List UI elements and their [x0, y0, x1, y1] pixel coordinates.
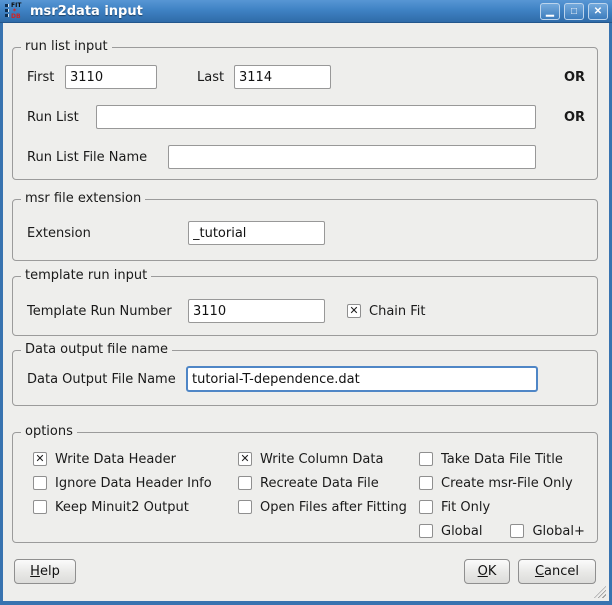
checkbox-global-plus[interactable]: Global+ — [510, 521, 584, 541]
extension-input[interactable] — [188, 221, 325, 245]
chain-fit-label: Chain Fit — [369, 304, 426, 319]
group-title-msr-file-extension: msr file extension — [21, 190, 145, 208]
checkbox-box — [238, 476, 252, 490]
checkbox-box — [419, 476, 433, 490]
row-run-list-file-name: Run List File Name — [13, 145, 597, 169]
checkbox-open-files-after-fitting[interactable]: Open Files after Fitting — [238, 497, 419, 517]
checkbox-label: Global+ — [532, 524, 584, 539]
cancel-button[interactable]: Cancel — [518, 559, 596, 584]
icon-bars — [5, 4, 9, 17]
last-run-input[interactable] — [234, 65, 331, 89]
cancel-mnemonic: C — [535, 564, 544, 579]
group-msr-file-extension: msr file extension Extension — [12, 199, 598, 261]
cancel-rest: ancel — [544, 564, 579, 579]
checkbox-label: Ignore Data Header Info — [55, 476, 212, 491]
help-mnemonic: H — [30, 564, 40, 579]
row-first-last: First Last OR — [13, 65, 597, 89]
first-run-input[interactable] — [65, 65, 157, 89]
template-run-number-label: Template Run Number — [27, 304, 188, 319]
or-text-2: OR — [564, 110, 585, 125]
run-list-file-name-input[interactable] — [168, 145, 536, 169]
checkbox-box — [33, 476, 47, 490]
checkbox-box — [510, 524, 524, 538]
run-list-file-name-label: Run List File Name — [27, 150, 168, 165]
group-data-output-file-name: Data output file name Data Output File N… — [12, 350, 598, 406]
row-run-list: Run List OR — [13, 105, 597, 129]
group-title-run-list-input: run list input — [21, 38, 112, 56]
row-template-run-number: Template Run Number ✕ Chain Fit — [13, 299, 597, 323]
help-button[interactable]: Help — [14, 559, 76, 584]
checkbox-take-data-file-title[interactable]: Take Data File Title — [419, 449, 589, 469]
last-label: Last — [197, 70, 234, 85]
data-output-file-name-label: Data Output File Name — [27, 372, 186, 387]
group-title-options: options — [21, 423, 77, 441]
checkbox-ignore-data-header-info[interactable]: Ignore Data Header Info — [33, 473, 238, 493]
minimize-icon[interactable]: ▁ — [540, 3, 560, 20]
checkbox-fit-only[interactable]: Fit Only — [419, 497, 589, 517]
checkbox-keep-minuit2-output[interactable]: Keep Minuit2 Output — [33, 497, 238, 517]
group-title-template-run-input: template run input — [21, 267, 151, 285]
dialog-content: run list input First Last OR Run List OR… — [0, 23, 612, 601]
group-template-run-input: template run input Template Run Number ✕… — [12, 276, 598, 336]
first-label: First — [27, 70, 65, 85]
checkbox-label: Take Data File Title — [441, 452, 563, 467]
checkbox-label: Global — [441, 524, 482, 539]
msr2data-dialog-window: FIT ✶ DB msr2data input ▁ □ ✕ run list i… — [0, 0, 612, 605]
data-output-file-name-input[interactable] — [186, 366, 538, 392]
row-data-output-file-name: Data Output File Name — [13, 366, 597, 392]
window-title: msr2data input — [30, 4, 143, 19]
checkbox-chain-fit[interactable]: ✕ Chain Fit — [347, 304, 426, 319]
checkbox-box: ✕ — [33, 452, 47, 466]
group-run-list-input: run list input First Last OR Run List OR… — [12, 47, 598, 180]
group-options: options ✕ Write Data Header ✕ Write Colu… — [12, 432, 598, 543]
checkbox-box — [33, 500, 47, 514]
run-list-label: Run List — [27, 110, 96, 125]
maximize-icon[interactable]: □ — [564, 3, 584, 20]
checkbox-write-data-header[interactable]: ✕ Write Data Header — [33, 449, 238, 469]
checkbox-global[interactable]: Global — [419, 521, 482, 541]
ok-button[interactable]: OK — [464, 559, 510, 584]
row-extension: Extension — [13, 221, 597, 245]
checkbox-box: ✕ — [238, 452, 252, 466]
checkbox-label: Fit Only — [441, 500, 490, 515]
close-icon[interactable]: ✕ — [588, 3, 608, 20]
window-bottom-border — [0, 601, 612, 605]
icon-text-db: DB — [11, 14, 23, 20]
help-rest: elp — [40, 564, 60, 579]
template-run-number-input[interactable] — [188, 299, 325, 323]
checkbox-label: Recreate Data File — [260, 476, 379, 491]
chain-fit-checkbox-box: ✕ — [347, 304, 361, 318]
checkbox-label: Write Data Header — [55, 452, 176, 467]
checkbox-create-msr-file-only[interactable]: Create msr-File Only — [419, 473, 589, 493]
or-text-1: OR — [564, 70, 585, 85]
group-title-data-output-file-name: Data output file name — [21, 341, 172, 359]
msr2data-app-icon: FIT ✶ DB — [5, 3, 23, 20]
button-row: Help OK Cancel — [14, 559, 596, 584]
checkbox-label: Keep Minuit2 Output — [55, 500, 189, 515]
window-controls: ▁ □ ✕ — [540, 3, 608, 20]
checkbox-recreate-data-file[interactable]: Recreate Data File — [238, 473, 419, 493]
checkbox-box — [238, 500, 252, 514]
checkbox-box — [419, 500, 433, 514]
checkbox-label: Open Files after Fitting — [260, 500, 407, 515]
checkbox-label: Create msr-File Only — [441, 476, 573, 491]
extension-label: Extension — [27, 226, 188, 241]
titlebar[interactable]: FIT ✶ DB msr2data input ▁ □ ✕ — [0, 0, 612, 23]
checkbox-write-column-data[interactable]: ✕ Write Column Data — [238, 449, 419, 469]
resize-grip[interactable] — [594, 586, 606, 598]
checkbox-box — [419, 452, 433, 466]
ok-rest: K — [488, 564, 497, 579]
ok-mnemonic: O — [478, 564, 488, 579]
checkbox-label: Write Column Data — [260, 452, 383, 467]
options-grid: ✕ Write Data Header ✕ Write Column Data … — [13, 449, 597, 541]
run-list-input[interactable] — [96, 105, 536, 129]
global-options-cell: Global Global+ — [419, 521, 589, 541]
checkbox-box — [419, 524, 433, 538]
